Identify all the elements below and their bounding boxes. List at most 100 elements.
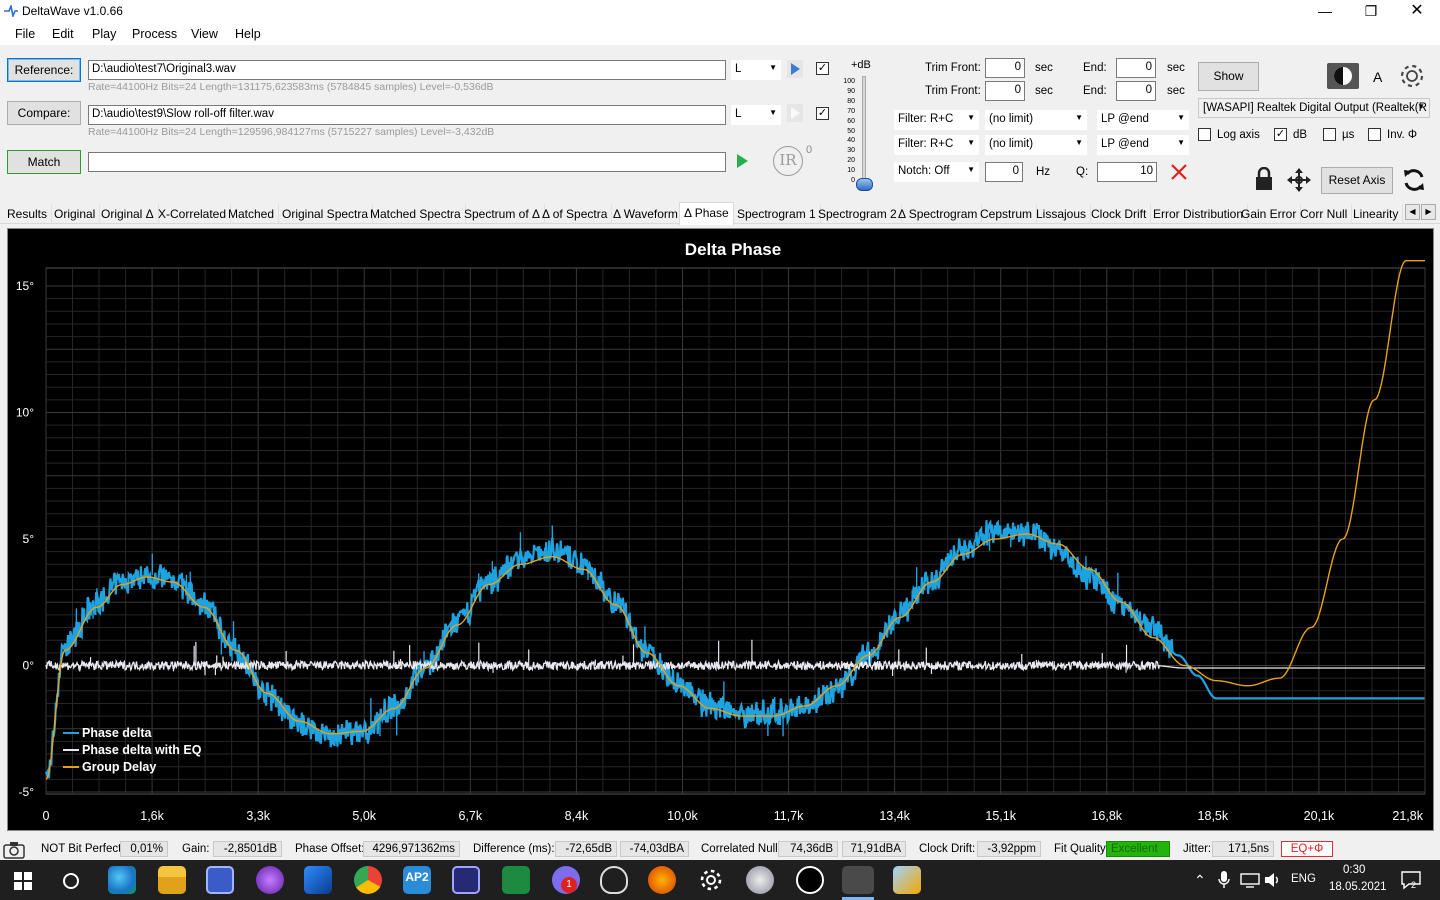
tab-delta-of-spectra[interactable]: Δ of Spectra <box>538 204 613 224</box>
file-explorer-icon[interactable] <box>158 866 186 894</box>
maximize-button[interactable]: ❐ <box>1348 0 1394 23</box>
tab-delta-waveform[interactable]: Δ Waveform <box>609 204 683 224</box>
mail-app-icon[interactable] <box>304 866 332 894</box>
show-button[interactable]: Show <box>1198 62 1259 91</box>
tab-linearity[interactable]: Linearity <box>1349 204 1404 224</box>
volume-slider-thumb[interactable] <box>856 178 873 191</box>
notch-hz-input[interactable]: 0 <box>985 162 1023 182</box>
network-icon[interactable] <box>1240 872 1260 888</box>
us-checkbox[interactable] <box>1323 128 1336 141</box>
trim-end-1-input[interactable]: 0 <box>1116 58 1156 78</box>
trim-front-2-input[interactable]: 0 <box>985 81 1025 101</box>
deltawave-taskbar-icon[interactable] <box>842 866 874 894</box>
compare-path-field[interactable]: D:\audio\test9\Slow roll-off filter.wav <box>88 105 726 125</box>
tab-spectrogram-1[interactable]: Spectrogram 1 <box>733 204 821 224</box>
tab-delta-phase[interactable]: Δ Phase <box>679 202 734 225</box>
filter-2-lp-select[interactable]: LP @end ▼ <box>1097 135 1189 155</box>
filter-2-select[interactable]: Filter: R+C ▼ <box>894 135 979 155</box>
theme-toggle-button[interactable] <box>1327 63 1359 89</box>
tab-original-spectra[interactable]: Original Spectra <box>278 204 374 224</box>
volume-slider-track[interactable] <box>862 76 866 186</box>
match-button[interactable]: Match <box>7 150 81 174</box>
minimize-button[interactable]: — <box>1302 0 1348 23</box>
windows-start-icon[interactable] <box>14 872 32 890</box>
disk-app-icon[interactable] <box>746 866 774 894</box>
fox-app-icon[interactable] <box>600 866 628 894</box>
tab-clock-drift[interactable]: Clock Drift <box>1087 204 1152 224</box>
settings-gear-icon[interactable] <box>1398 62 1426 90</box>
media-app-icon[interactable] <box>648 866 676 894</box>
tab-error-distribution[interactable]: Error Distribution <box>1149 204 1249 224</box>
menu-file[interactable]: File <box>15 27 35 41</box>
pan-move-icon[interactable] <box>1286 167 1312 193</box>
delta-phase-chart[interactable]: Delta Phase 0 1,6k 3,3k 5,0k 6,7k 8,4k 10,0k 11… <box>7 228 1434 831</box>
tab-gain-error[interactable]: Gain Error <box>1237 204 1302 224</box>
compare-channel-select[interactable]: L ▼ <box>731 105 781 125</box>
spreadsheet-app-icon[interactable] <box>502 866 530 894</box>
microphone-icon[interactable] <box>1218 871 1230 889</box>
notch-q-input[interactable]: 10 <box>1097 162 1157 182</box>
volume-icon[interactable] <box>1264 872 1282 888</box>
tab-original-delta[interactable]: Original Δ <box>97 204 159 224</box>
play-compare-icon[interactable] <box>787 104 803 122</box>
filter-1-select[interactable]: Filter: R+C ▼ <box>894 110 979 130</box>
ir-button[interactable]: IR <box>773 146 803 176</box>
output-device-select[interactable]: [WASAPI] Realtek Digital Output (Realtek… <box>1198 98 1430 118</box>
tab-matched-spectra[interactable]: Matched Spectra <box>366 204 466 224</box>
tab-cepstrum[interactable]: Cepstrum <box>976 204 1038 224</box>
notch-select[interactable]: Notch: Off ▼ <box>894 162 979 182</box>
lock-icon[interactable] <box>1254 167 1274 191</box>
font-size-button[interactable]: A <box>1373 69 1382 85</box>
close-button[interactable]: ✕ <box>1394 0 1440 23</box>
trim-end-2-input[interactable]: 0 <box>1116 81 1156 101</box>
eq-phase-indicator[interactable]: EQ+Φ <box>1281 841 1333 857</box>
db-checkbox[interactable]: ✓ <box>1274 128 1287 141</box>
settings-gear-icon[interactable] <box>699 868 723 892</box>
compare-button[interactable]: Compare: <box>7 101 81 125</box>
invert-phase-checkbox[interactable] <box>1368 128 1381 141</box>
refresh-icon[interactable] <box>1402 168 1426 192</box>
menu-play[interactable]: Play <box>92 27 116 41</box>
filter-1-lp-select[interactable]: LP @end ▼ <box>1097 110 1189 130</box>
podcast-app-icon[interactable] <box>256 866 284 894</box>
foobar-app-icon[interactable] <box>796 866 824 894</box>
task-view-icon[interactable] <box>62 872 80 890</box>
reset-axis-button[interactable]: Reset Axis <box>1321 167 1393 194</box>
tab-scroll-right-icon[interactable]: ▶ <box>1421 204 1436 220</box>
play-reference-icon[interactable] <box>787 60 803 78</box>
chrome-browser-icon[interactable] <box>354 866 382 894</box>
menu-edit[interactable]: Edit <box>52 27 74 41</box>
camera-icon[interactable] <box>3 840 25 859</box>
ap2-app-icon[interactable]: AP2 <box>403 866 431 894</box>
run-match-icon[interactable] <box>733 152 751 170</box>
clock-time[interactable]: 0:30 <box>1343 864 1365 876</box>
reference-path-field[interactable]: D:\audio\test7\Original3.wav <box>88 60 726 80</box>
tray-expand-icon[interactable]: ⌃ <box>1194 872 1206 889</box>
clock-date[interactable]: 18.05.2021 <box>1329 881 1387 893</box>
filter-2-limit-select[interactable]: (no limit) ▼ <box>985 135 1087 155</box>
clear-filters-icon[interactable] <box>1169 162 1189 182</box>
filter-1-limit-select[interactable]: (no limit) ▼ <box>985 110 1087 130</box>
menu-help[interactable]: Help <box>235 27 261 41</box>
menu-process[interactable]: Process <box>132 27 177 41</box>
compare-enable-checkbox[interactable]: ✓ <box>816 107 829 120</box>
tab-matched[interactable]: Matched <box>224 204 280 224</box>
trim-front-1-input[interactable]: 0 <box>985 58 1025 78</box>
menu-view[interactable]: View <box>191 27 218 41</box>
log-axis-checkbox[interactable] <box>1198 128 1211 141</box>
paint-app-icon[interactable] <box>893 866 921 894</box>
reference-channel-select[interactable]: L ▼ <box>731 60 781 80</box>
edge-browser-icon[interactable] <box>108 866 136 894</box>
save-disk-app-icon[interactable] <box>206 866 234 894</box>
tab-original[interactable]: Original <box>50 204 101 224</box>
tab-scroll-left-icon[interactable]: ◀ <box>1405 204 1420 220</box>
language-indicator[interactable]: ENG <box>1291 873 1316 885</box>
tab-results[interactable]: Results <box>3 204 53 224</box>
tab-spectrum-of-delta[interactable]: Spectrum of Δ <box>460 204 546 224</box>
reference-enable-checkbox[interactable]: ✓ <box>816 62 829 75</box>
tab-x-correlated[interactable]: X-Correlated <box>154 204 232 224</box>
tab-lissajous[interactable]: Lissajous <box>1032 204 1092 224</box>
tab-corr-null[interactable]: Corr Null <box>1296 204 1353 224</box>
reference-button[interactable]: Reference: <box>7 58 81 82</box>
tab-spectrogram-2[interactable]: Spectrogram 2 <box>814 204 902 224</box>
